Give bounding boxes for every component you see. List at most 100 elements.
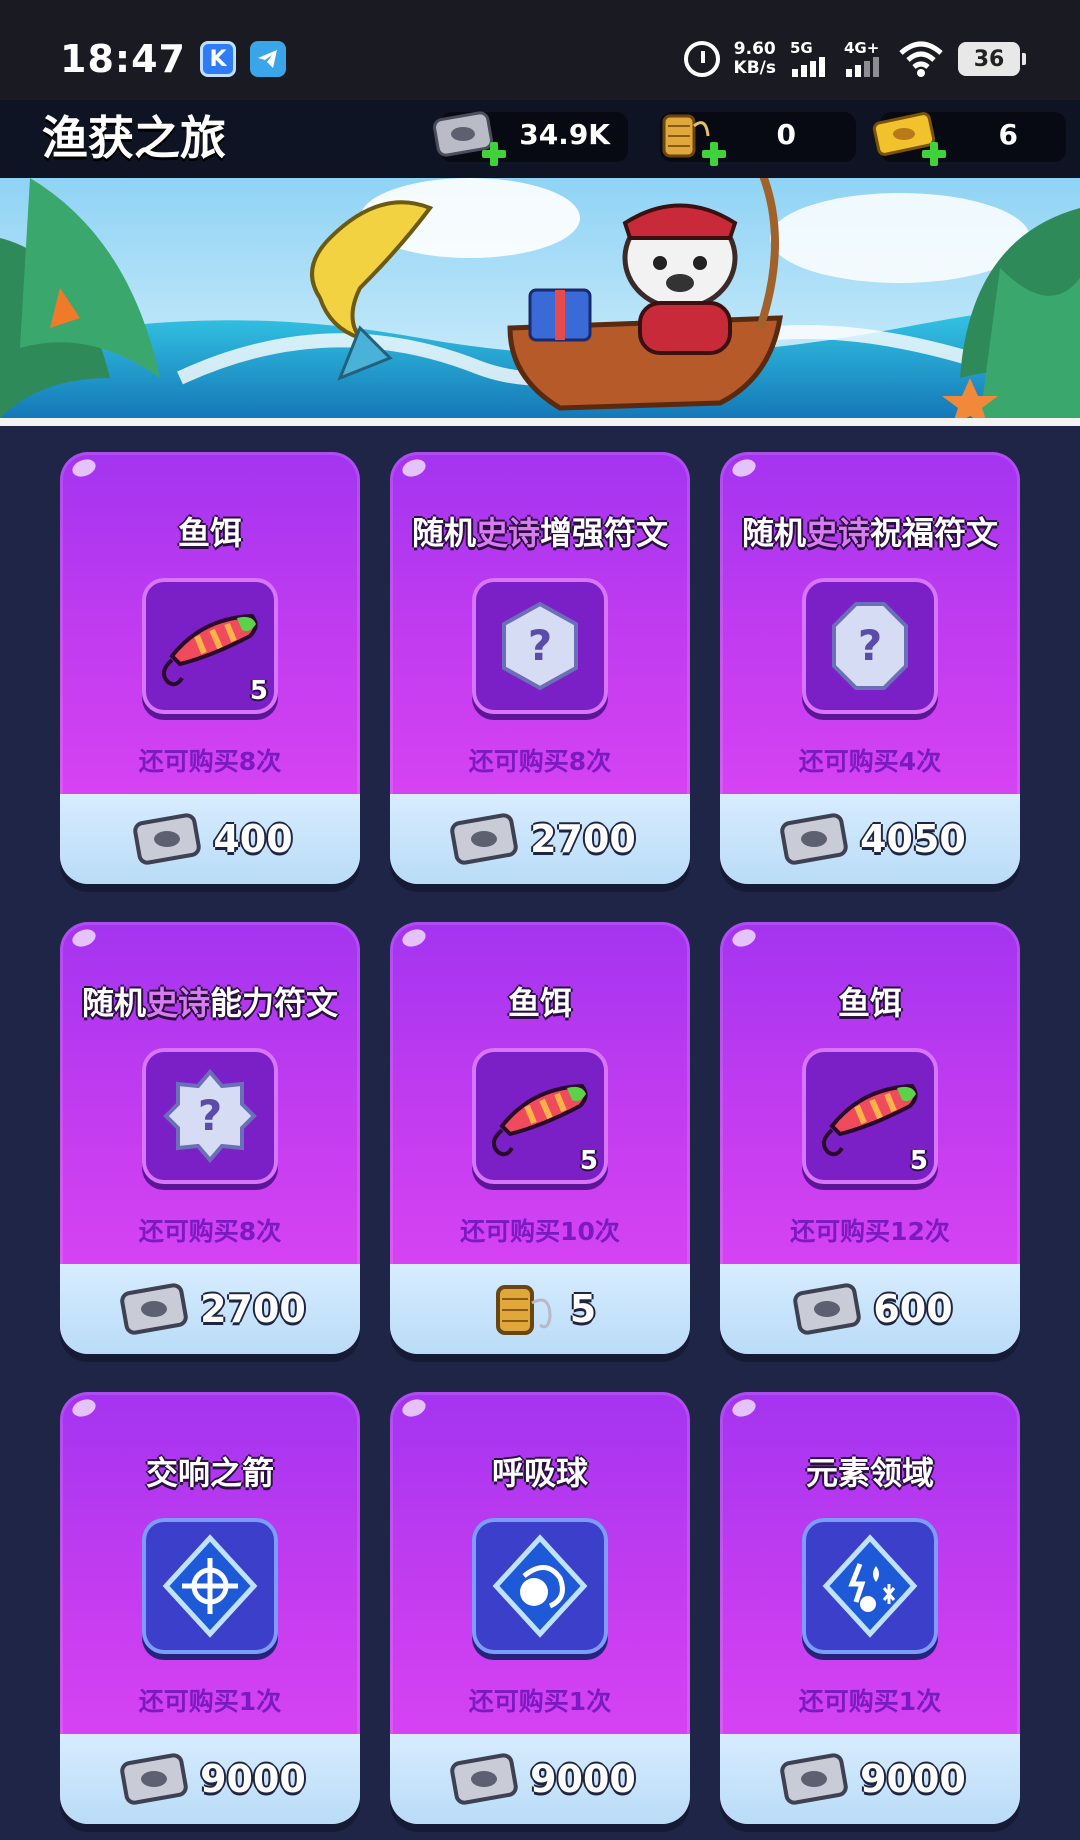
purchase-limit: 还可购买4次 bbox=[798, 747, 942, 776]
network-5g-label: 5G bbox=[790, 39, 813, 57]
fish-ticket-count: 34.9K bbox=[519, 118, 610, 151]
currency-golden-ticket[interactable]: 6 bbox=[872, 112, 1066, 166]
add-fishing-line-icon[interactable] bbox=[700, 140, 728, 168]
fish-ticket-icon bbox=[450, 813, 518, 865]
currency-fish-ticket[interactable]: 34.9K bbox=[433, 111, 628, 166]
item-name: 随机史诗祝福符文 bbox=[741, 514, 999, 552]
battery-icon: 36 bbox=[958, 42, 1026, 76]
fish-ticket-icon bbox=[133, 813, 202, 865]
shop-item-card[interactable]: 鱼饵 5 还可购买12次 600 bbox=[720, 922, 1020, 1354]
item-price: 2700 bbox=[530, 817, 636, 861]
item-name: 鱼饵 bbox=[177, 514, 242, 552]
purchase-limit: 还可购买8次 bbox=[468, 747, 612, 776]
status-time: 18:47 bbox=[60, 37, 186, 81]
item-price: 4050 bbox=[860, 817, 966, 861]
price-button[interactable]: 2700 bbox=[60, 1264, 360, 1354]
purchase-limit: 还可购买8次 bbox=[138, 747, 282, 776]
price-button[interactable]: 9000 bbox=[60, 1734, 360, 1824]
item-slot: ? bbox=[472, 578, 608, 714]
purchase-limit: 还可购买12次 bbox=[790, 1217, 950, 1246]
svg-text:?: ? bbox=[528, 621, 552, 670]
network-speed-unit: KB/s bbox=[733, 58, 776, 78]
price-button[interactable]: 9000 bbox=[720, 1734, 1020, 1824]
compass-rune-icon bbox=[162, 1534, 258, 1638]
item-name: 鱼饵 bbox=[507, 984, 572, 1022]
item-name: 随机史诗能力符文 bbox=[81, 984, 339, 1022]
price-button[interactable]: 9000 bbox=[390, 1734, 690, 1824]
price-button[interactable]: 4050 bbox=[720, 794, 1020, 884]
item-price: 600 bbox=[873, 1287, 953, 1331]
item-quantity: 5 bbox=[249, 676, 268, 706]
fish-ticket-icon bbox=[120, 1753, 188, 1805]
fish-ticket-icon bbox=[450, 1753, 518, 1805]
page-title: 渔获之旅 bbox=[42, 111, 226, 165]
item-slot: ? bbox=[802, 578, 938, 714]
network-speed: 9.60 KB/s bbox=[734, 40, 776, 78]
item-slot bbox=[142, 1518, 278, 1654]
network-4g-label: 4G+ bbox=[844, 39, 880, 57]
purchase-limit: 还可购买1次 bbox=[468, 1687, 612, 1716]
page-header: 渔获之旅 34.9K 0 6 bbox=[0, 100, 1080, 178]
shop-item-card[interactable]: 鱼饵 5 还可购买10次 5 bbox=[390, 922, 690, 1354]
fish-ticket-icon bbox=[780, 813, 848, 865]
signal-4g-icon: 4G+ bbox=[844, 39, 884, 79]
star-question-icon: ? bbox=[163, 1068, 257, 1164]
item-slot: 5 bbox=[802, 1048, 938, 1184]
item-slot: ? bbox=[142, 1048, 278, 1184]
item-price: 5 bbox=[569, 1287, 597, 1331]
item-price: 9000 bbox=[530, 1757, 636, 1801]
item-slot: 5 bbox=[142, 578, 278, 714]
price-button[interactable]: 600 bbox=[720, 1264, 1020, 1354]
battery-level: 36 bbox=[973, 46, 1005, 72]
shop-item-card[interactable]: 交响之箭 还可购买1次 9000 bbox=[60, 1392, 360, 1824]
elements-rune-icon bbox=[822, 1534, 918, 1638]
octagon-question-icon: ? bbox=[832, 602, 908, 690]
shop-item-card[interactable]: 鱼饵 5 还可购买8次 400 bbox=[60, 452, 360, 884]
item-quantity: 5 bbox=[909, 1146, 928, 1176]
item-slot: 5 bbox=[472, 1048, 608, 1184]
add-golden-ticket-icon[interactable] bbox=[920, 140, 948, 168]
shop-item-card[interactable]: 随机史诗祝福符文 ? 还可购买4次 4050 bbox=[720, 452, 1020, 884]
fish-ticket-icon bbox=[780, 1753, 848, 1805]
golden-ticket-count: 6 bbox=[998, 118, 1018, 151]
shop-item-card[interactable]: 元素领域 还可购买1次 9000 bbox=[720, 1392, 1020, 1824]
svg-text:?: ? bbox=[858, 621, 882, 670]
shop-item-card[interactable]: 呼吸球 还可购买1次 9000 bbox=[390, 1392, 690, 1824]
shop-item-card[interactable]: 随机史诗增强符文 ? 还可购买8次 2700 bbox=[390, 452, 690, 884]
fish-ticket-icon bbox=[120, 1283, 188, 1335]
fish-ticket-icon bbox=[793, 1283, 862, 1335]
purchase-limit: 还可购买1次 bbox=[138, 1687, 282, 1716]
item-quantity: 5 bbox=[579, 1146, 598, 1176]
banner-illustration bbox=[0, 178, 1080, 418]
k-app-icon: K bbox=[199, 41, 236, 77]
item-price: 400 bbox=[213, 817, 293, 861]
item-name: 鱼饵 bbox=[837, 984, 902, 1022]
price-button[interactable]: 2700 bbox=[390, 794, 690, 884]
purchase-limit: 还可购买8次 bbox=[138, 1217, 282, 1246]
item-price: 2700 bbox=[200, 1287, 306, 1331]
event-banner bbox=[0, 178, 1080, 426]
item-name: 元素领域 bbox=[805, 1454, 934, 1492]
hexagon-question-icon: ? bbox=[502, 601, 578, 691]
item-name: 随机史诗增强符文 bbox=[411, 514, 669, 552]
shop-item-card[interactable]: 随机史诗能力符文 ? 还可购买8次 2700 bbox=[60, 922, 360, 1354]
fishing-line-count: 0 bbox=[776, 118, 796, 151]
price-button[interactable]: 400 bbox=[60, 794, 360, 884]
purchase-limit: 还可购买1次 bbox=[798, 1687, 942, 1716]
item-slot bbox=[472, 1518, 608, 1654]
signal-5g-icon: 5G bbox=[790, 39, 830, 79]
item-price: 9000 bbox=[200, 1757, 306, 1801]
add-fish-ticket-icon[interactable] bbox=[480, 140, 508, 168]
network-speed-value: 9.60 bbox=[733, 39, 776, 59]
fishing-line-spool-icon bbox=[495, 1285, 552, 1335]
svg-text:?: ? bbox=[198, 1091, 222, 1140]
alarm-icon bbox=[683, 41, 720, 77]
spiral-orb-rune-icon bbox=[492, 1534, 588, 1638]
price-button[interactable]: 5 bbox=[390, 1264, 690, 1354]
item-slot bbox=[802, 1518, 938, 1654]
currency-fishing-line[interactable]: 0 bbox=[660, 112, 856, 166]
wifi-icon bbox=[899, 41, 943, 77]
telegram-icon bbox=[249, 41, 286, 77]
item-name: 交响之箭 bbox=[145, 1454, 274, 1492]
purchase-limit: 还可购买10次 bbox=[460, 1217, 620, 1246]
